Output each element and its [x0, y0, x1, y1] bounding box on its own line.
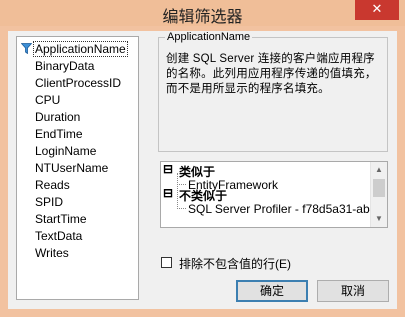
column-item-label: ClientProcessID: [35, 76, 122, 90]
exclude-empty-checkbox[interactable]: [161, 257, 172, 268]
title-bar[interactable]: 编辑筛选器 ✕: [0, 0, 405, 26]
column-item-label: LoginName: [35, 144, 97, 158]
column-item[interactable]: LoginName: [17, 142, 138, 159]
collapse-icon[interactable]: ⊟: [163, 162, 173, 176]
ok-button[interactable]: 确定: [236, 280, 308, 302]
tree-line: [177, 208, 186, 209]
column-item[interactable]: SPID: [17, 193, 138, 210]
column-item-label: SPID: [35, 195, 64, 209]
column-item-label: NTUserName: [35, 161, 109, 175]
column-item[interactable]: NTUserName: [17, 159, 138, 176]
description-text: 创建 SQL Server 连接的客户端应用程序的名称。此列用应用程序传递的值填…: [166, 53, 377, 95]
column-item[interactable]: Writes: [17, 244, 138, 261]
column-item-label: StartTime: [35, 212, 87, 226]
columns-list[interactable]: ApplicationName BinaryData ClientProcessID…: [16, 36, 139, 300]
description-title: ApplicationName: [165, 31, 253, 43]
filter-tree[interactable]: ⊟ 类似于 EntityFramework ⊟ 不类似于 SQL Server …: [160, 161, 388, 228]
column-item[interactable]: Duration: [17, 108, 138, 125]
column-item-label: Reads: [35, 178, 70, 192]
tree-line: [177, 184, 186, 185]
tree-scrollbar[interactable]: ▲ ▼: [370, 162, 387, 227]
column-item[interactable]: ApplicationName: [17, 40, 138, 57]
column-item[interactable]: BinaryData: [17, 57, 138, 74]
column-item-label: TextData: [35, 229, 83, 243]
close-icon: ✕: [371, 2, 383, 17]
cancel-button[interactable]: 取消: [317, 280, 389, 302]
column-item[interactable]: StartTime: [17, 210, 138, 227]
tree-value-not-like[interactable]: SQL Server Profiler - f78d5a31-ab4c: [188, 202, 382, 216]
scroll-down-icon[interactable]: ▼: [371, 211, 387, 227]
column-item[interactable]: ClientProcessID: [17, 74, 138, 91]
exclude-empty-label[interactable]: 排除不包含值的行(E): [179, 255, 291, 272]
column-item-label: CPU: [35, 93, 61, 107]
column-item-label: Duration: [35, 110, 81, 124]
edit-filter-dialog: 编辑筛选器 ✕ ApplicationName BinaryData ClientP…: [0, 0, 405, 317]
column-item[interactable]: EndTime: [17, 125, 138, 142]
column-item[interactable]: TextData: [17, 227, 138, 244]
close-button[interactable]: ✕: [355, 0, 399, 20]
column-item-label: EndTime: [35, 127, 83, 141]
column-item[interactable]: Reads: [17, 176, 138, 193]
column-item-label: Writes: [35, 246, 69, 260]
scroll-up-icon[interactable]: ▲: [371, 162, 387, 178]
column-item-label: ApplicationName: [33, 41, 128, 57]
tree-line: [177, 173, 178, 209]
filter-icon: [21, 43, 32, 54]
window-title: 编辑筛选器: [162, 9, 243, 26]
dialog-body: ApplicationName BinaryData ClientProcessID…: [8, 31, 397, 309]
column-item[interactable]: CPU: [17, 91, 138, 108]
collapse-icon[interactable]: ⊟: [163, 186, 173, 200]
scroll-thumb[interactable]: [373, 179, 385, 197]
column-item-label: BinaryData: [35, 59, 95, 73]
